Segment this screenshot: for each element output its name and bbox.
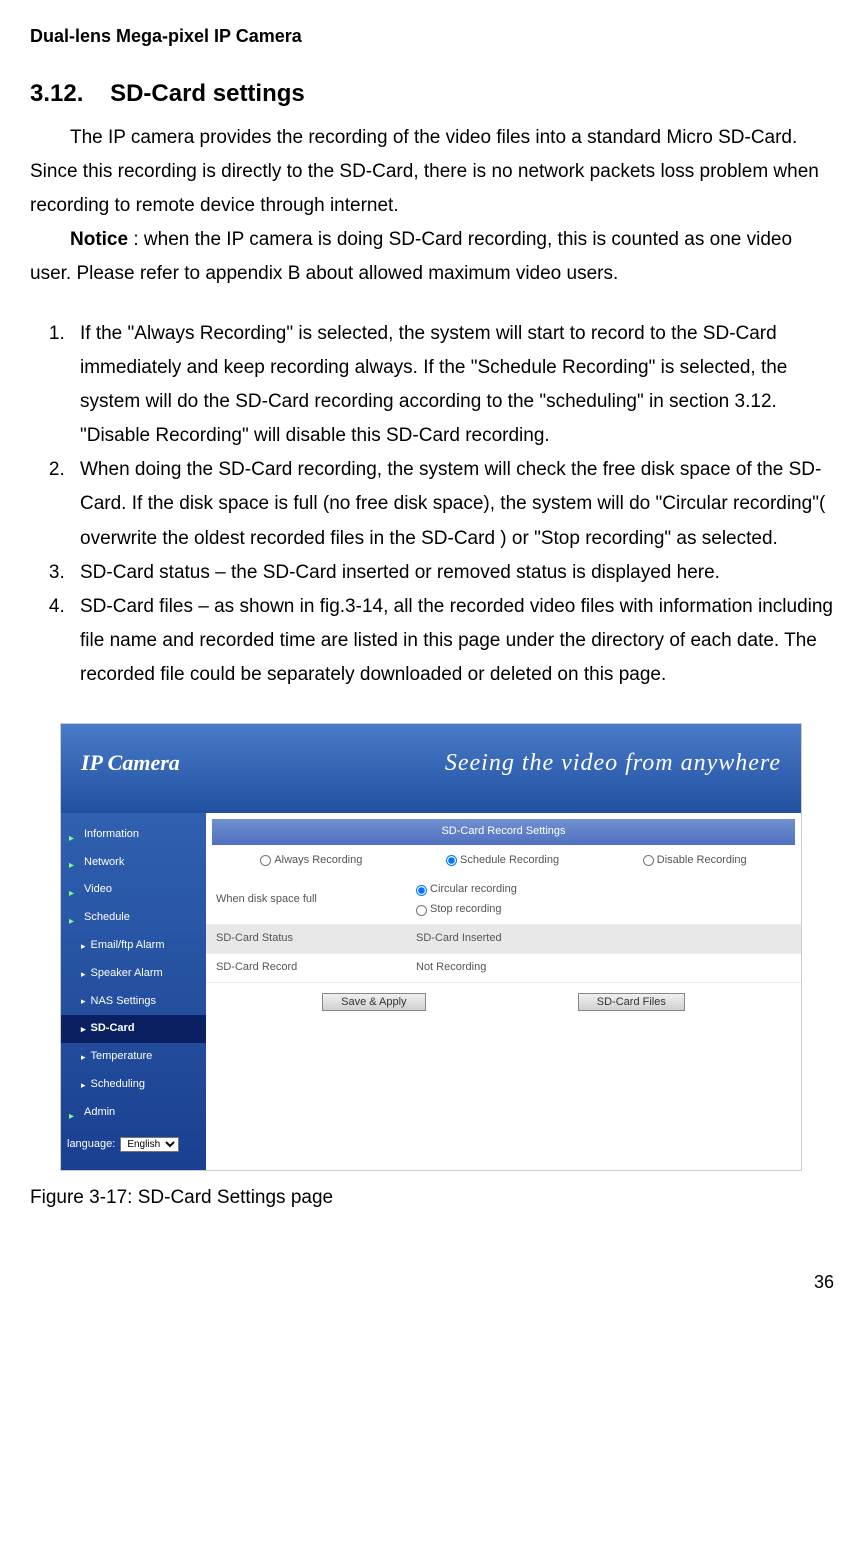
intro-paragraph: The IP camera provides the recording of … <box>30 121 834 224</box>
document-header: Dual-lens Mega-pixel IP Camera <box>30 20 834 52</box>
radio-always-recording[interactable]: Always Recording <box>260 851 362 871</box>
disk-full-label: When disk space full <box>216 890 416 910</box>
sidebar-item-label: Temperature <box>91 1047 153 1067</box>
expand-icon: ▸ <box>69 913 79 923</box>
radio-input[interactable] <box>446 855 457 866</box>
list-item: SD-Card status – the SD-Card inserted or… <box>70 556 834 590</box>
section-name: SD-Card settings <box>110 80 305 107</box>
notice-label: Notice <box>70 229 128 250</box>
sidebar-item-label: Schedule <box>84 908 130 928</box>
radio-input[interactable] <box>643 855 654 866</box>
sidebar-item-video[interactable]: ▸ Video <box>61 876 206 904</box>
expand-icon: ▸ <box>69 830 79 840</box>
content-title: SD-Card Record Settings <box>212 819 795 845</box>
banner-logo-text: IP Camera <box>81 743 180 783</box>
sidebar-item-email-ftp[interactable]: ▸ Email/ftp Alarm <box>61 932 206 960</box>
radio-label: Schedule Recording <box>460 851 559 871</box>
main-area: ▸ Information ▸ Network ▸ Video ▸ Schedule ▸… <box>61 813 801 1171</box>
sidebar-item-label: NAS Settings <box>91 992 156 1012</box>
radio-input[interactable] <box>416 885 427 896</box>
list-item: SD-Card files – as shown in fig.3-14, al… <box>70 590 834 693</box>
numbered-list: If the "Always Recording" is selected, t… <box>30 317 834 693</box>
banner-tagline: Seeing the video from anywhere <box>445 742 781 785</box>
sidebar-item-temperature[interactable]: ▸ Temperature <box>61 1043 206 1071</box>
sidebar-item-admin[interactable]: ▸ Admin <box>61 1099 206 1127</box>
figure-caption: Figure 3-17: SD-Card Settings page <box>30 1181 834 1215</box>
expand-icon: ▸ <box>69 857 79 867</box>
sidebar-item-nas[interactable]: ▸ NAS Settings <box>61 988 206 1016</box>
sidebar-item-scheduling[interactable]: ▸ Scheduling <box>61 1071 206 1099</box>
language-row: language: English <box>61 1127 206 1163</box>
notice-text: : when the IP camera is doing SD-Card re… <box>30 229 792 284</box>
language-select[interactable]: English <box>120 1137 179 1152</box>
expand-icon: ▸ <box>69 1108 79 1118</box>
list-item: If the "Always Recording" is selected, t… <box>70 317 834 454</box>
radio-label: Always Recording <box>274 851 362 871</box>
sidebar-item-information[interactable]: ▸ Information <box>61 821 206 849</box>
radio-input[interactable] <box>260 855 271 866</box>
sidebar-item-speaker[interactable]: ▸ Speaker Alarm <box>61 960 206 988</box>
language-label: language: <box>67 1135 115 1155</box>
notice-paragraph: Notice : when the IP camera is doing SD-… <box>30 223 834 291</box>
status-label: SD-Card Status <box>216 929 416 949</box>
button-row: Save & Apply SD-Card Files <box>206 983 801 1021</box>
arrow-icon: ▸ <box>81 1049 86 1065</box>
arrow-icon: ▸ <box>81 1021 86 1037</box>
arrow-icon: ▸ <box>81 993 86 1009</box>
sidebar-item-schedule[interactable]: ▸ Schedule <box>61 904 206 932</box>
radio-disable-recording[interactable]: Disable Recording <box>643 851 747 871</box>
arrow-icon: ▸ <box>81 1077 86 1093</box>
radio-circular[interactable]: Circular recording <box>416 880 791 900</box>
section-number: 3.12. <box>30 80 83 107</box>
status-value: SD-Card Inserted <box>416 929 791 949</box>
record-value: Not Recording <box>416 958 791 978</box>
record-label: SD-Card Record <box>216 958 416 978</box>
recording-mode-row: Always Recording Schedule Recording Disa… <box>206 845 801 877</box>
radio-stop[interactable]: Stop recording <box>416 900 791 920</box>
arrow-icon: ▸ <box>81 938 86 954</box>
radio-label: Stop recording <box>430 900 502 920</box>
sidebar-item-label: Information <box>84 825 139 845</box>
status-row: SD-Card Status SD-Card Inserted <box>206 925 801 954</box>
record-row: SD-Card Record Not Recording <box>206 954 801 983</box>
disk-full-options: Circular recording Stop recording <box>416 880 791 920</box>
page-number: 36 <box>30 1266 834 1298</box>
sidebar-item-network[interactable]: ▸ Network <box>61 849 206 877</box>
radio-label: Disable Recording <box>657 851 747 871</box>
expand-icon: ▸ <box>69 885 79 895</box>
content-area: SD-Card Record Settings Always Recording… <box>206 813 801 1171</box>
embedded-screenshot: IP Camera Seeing the video from anywhere… <box>60 723 802 1172</box>
sidebar-item-label: Speaker Alarm <box>91 964 163 984</box>
arrow-icon: ▸ <box>81 966 86 982</box>
list-item: When doing the SD-Card recording, the sy… <box>70 453 834 556</box>
sidebar-item-label: Scheduling <box>91 1075 145 1095</box>
sidebar-item-label: Video <box>84 880 112 900</box>
radio-label: Circular recording <box>430 880 517 900</box>
banner: IP Camera Seeing the video from anywhere <box>61 724 801 813</box>
section-title: 3.12. SD-Card settings <box>30 72 834 115</box>
radio-input[interactable] <box>416 905 427 916</box>
sidebar-item-label: Email/ftp Alarm <box>91 936 165 956</box>
sidebar-item-label: Admin <box>84 1103 115 1123</box>
disk-full-row: When disk space full Circular recording … <box>206 876 801 925</box>
sidebar-item-label: Network <box>84 853 124 873</box>
radio-schedule-recording[interactable]: Schedule Recording <box>446 851 559 871</box>
sidebar: ▸ Information ▸ Network ▸ Video ▸ Schedule ▸… <box>61 813 206 1171</box>
sidebar-item-label: SD-Card <box>91 1019 135 1039</box>
sdcard-files-button[interactable]: SD-Card Files <box>578 993 685 1011</box>
sidebar-item-sdcard[interactable]: ▸ SD-Card <box>61 1015 206 1043</box>
save-apply-button[interactable]: Save & Apply <box>322 993 425 1011</box>
